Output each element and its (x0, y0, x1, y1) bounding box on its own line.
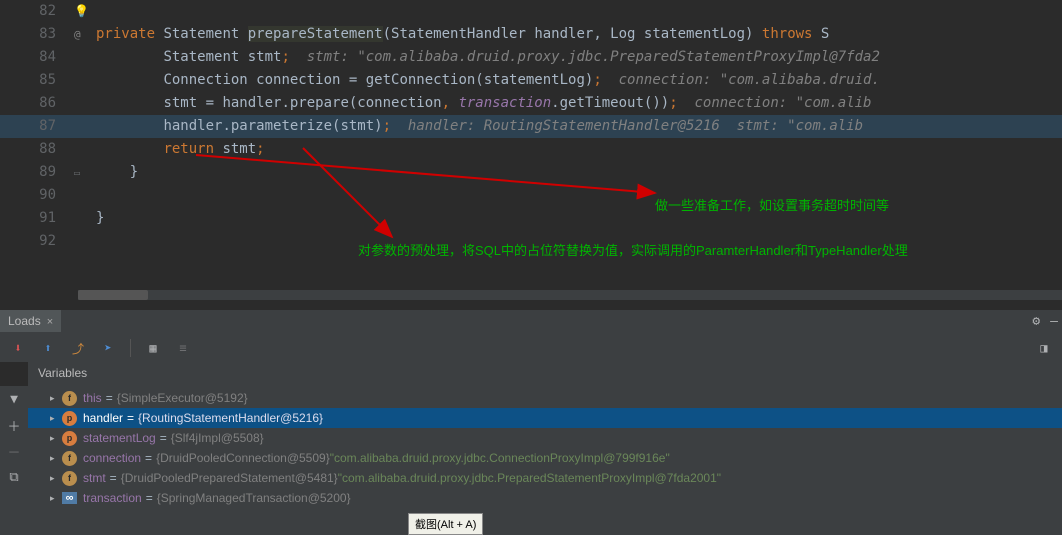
variable-node[interactable]: ▸fconnection = {DruidPooledConnection@55… (28, 448, 1062, 468)
inline-hint: stmt: "com.alibaba.druid.proxy.jdbc.Prep… (290, 49, 880, 65)
download-icon[interactable]: ⬇ (10, 340, 26, 356)
expand-icon[interactable]: ▸ (50, 493, 62, 504)
expand-icon[interactable]: ▸ (50, 433, 62, 444)
variable-node[interactable]: ▸fstmt = {DruidPooledPreparedStatement@5… (28, 468, 1062, 488)
expand-icon[interactable]: ▸ (50, 393, 62, 404)
line-number: 87 (0, 115, 74, 138)
line-number: 88 (0, 138, 74, 161)
frames-icon[interactable]: ⤴ (70, 340, 86, 356)
type-badge: f (62, 391, 77, 406)
type-badge: f (62, 451, 77, 466)
method-name: prepareStatement (248, 26, 383, 42)
line-number: 91 (0, 207, 74, 230)
inline-hint: handler: RoutingStatementHandler@5216 st… (391, 118, 863, 134)
type-badge: ∞ (62, 492, 77, 504)
remove-icon[interactable]: － (5, 442, 23, 460)
line-number: 86 (0, 92, 74, 115)
type-badge: p (62, 431, 77, 446)
expand-icon[interactable]: ▸ (50, 473, 62, 484)
layout-icon[interactable]: ◨ (1036, 340, 1052, 356)
line-number: 90 (0, 184, 74, 207)
add-icon[interactable]: ＋ (5, 416, 23, 434)
line-number: 85 (0, 69, 74, 92)
variables-tree[interactable]: ▸fthis = {SimpleExecutor@5192}▸phandler … (28, 386, 1062, 535)
minimize-icon[interactable]: — (1050, 314, 1058, 329)
list-icon[interactable]: ≡ (175, 340, 191, 356)
var-value: "com.alibaba.druid.proxy.jdbc.PreparedSt… (338, 471, 721, 485)
var-name: this (83, 391, 102, 405)
filter-icon[interactable]: ▼ (5, 390, 23, 408)
grid-icon[interactable]: ▦ (145, 340, 161, 356)
expand-icon[interactable]: ▸ (50, 413, 62, 424)
breakpoint-line[interactable]: 87 handler.parameterize(stmt); handler: … (0, 115, 1062, 138)
var-obj: {SpringManagedTransaction@5200} (157, 491, 351, 505)
var-name: transaction (83, 491, 142, 505)
nav-icon[interactable]: ➤ (100, 340, 116, 356)
var-name: handler (83, 411, 123, 425)
code-editor[interactable]: 82💡 83@private Statement prepareStatemen… (0, 0, 1062, 300)
gear-icon[interactable]: ⚙ (1032, 314, 1040, 329)
debug-side-tools: ▼ ＋ － ⧉ (0, 386, 28, 535)
type-badge: p (62, 411, 77, 426)
var-obj: {DruidPooledConnection@5509} (156, 451, 330, 465)
copy-icon[interactable]: ⧉ (5, 468, 23, 486)
tab-loads[interactable]: Loads× (0, 310, 61, 332)
line-number: 83 (0, 23, 74, 46)
var-obj: {Slf4jImpl@5508} (171, 431, 264, 445)
variable-node[interactable]: ▸pstatementLog = {Slf4jImpl@5508} (28, 428, 1062, 448)
var-value: "com.alibaba.druid.proxy.jdbc.Connection… (330, 451, 670, 465)
horizontal-scrollbar[interactable] (78, 290, 1062, 300)
line-number: 92 (0, 230, 74, 253)
var-obj: {SimpleExecutor@5192} (117, 391, 248, 405)
debug-tab-bar: Loads× ⚙ — (0, 310, 1062, 335)
bulb-icon[interactable]: 💡 (74, 4, 89, 18)
variable-node[interactable]: ▸phandler = {RoutingStatementHandler@521… (28, 408, 1062, 428)
inline-hint: connection: "com.alibaba.druid. (602, 72, 880, 88)
scrollbar-thumb[interactable] (78, 290, 148, 300)
var-name: connection (83, 451, 141, 465)
var-name: stmt (83, 471, 106, 485)
var-obj: {DruidPooledPreparedStatement@5481} (121, 471, 338, 485)
at-icon: @ (74, 28, 81, 41)
variable-node[interactable]: ▸∞transaction = {SpringManagedTransactio… (28, 488, 1062, 508)
variable-node[interactable]: ▸fthis = {SimpleExecutor@5192} (28, 388, 1062, 408)
debug-toolbar: ⬇ ⬆ ⤴ ➤ ▦ ≡ ◨ (0, 334, 1062, 362)
screenshot-tooltip: 截图(Alt + A) (408, 513, 483, 535)
line-number: 89 (0, 161, 74, 184)
inline-hint: connection: "com.alib (678, 95, 872, 111)
var-name: statementLog (83, 431, 156, 445)
var-obj: {RoutingStatementHandler@5216} (138, 411, 323, 425)
expand-icon[interactable]: ▸ (50, 453, 62, 464)
type-badge: f (62, 471, 77, 486)
fold-icon[interactable]: ▭ (74, 168, 80, 179)
upload-icon[interactable]: ⬆ (40, 340, 56, 356)
line-number: 84 (0, 46, 74, 69)
close-icon[interactable]: × (47, 316, 53, 328)
line-number: 82 (0, 0, 74, 23)
